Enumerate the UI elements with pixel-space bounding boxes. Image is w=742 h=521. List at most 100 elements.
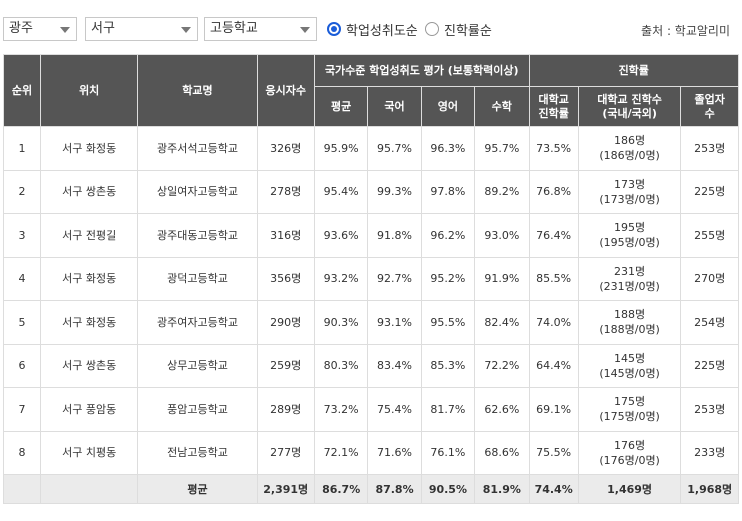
- cell-math: 62.6%: [474, 387, 530, 432]
- cell-avg: 73.2%: [313, 387, 369, 432]
- header-univ-rate-line1: 대학교: [538, 92, 569, 106]
- header-graduates-line1: 졸업자: [694, 92, 725, 106]
- region-select[interactable]: 광주: [3, 17, 77, 41]
- average-cell-korean: 87.8%: [367, 474, 422, 504]
- cell-school: 광주대동고등학교: [137, 213, 258, 258]
- cell-applicants: 326명: [256, 126, 315, 171]
- average-cell-empty: [3, 474, 41, 504]
- cell-english: 76.1%: [420, 430, 476, 475]
- cell-univ-count: 173명 (173명/0명): [577, 169, 682, 214]
- univ-count-total: 173명: [614, 177, 646, 191]
- cell-grads: 225명: [680, 169, 739, 214]
- header-math: 수학: [474, 86, 530, 127]
- cell-korean: 93.1%: [367, 300, 422, 345]
- radio-checked-icon: [327, 22, 341, 36]
- header-univ-count-line2: (국내/국외): [602, 106, 657, 120]
- univ-count-total: 176명: [614, 438, 646, 452]
- cell-univ-rate: 69.1%: [528, 387, 579, 432]
- cell-grads: 253명: [680, 126, 739, 171]
- cell-location: 서구 전평길: [39, 213, 139, 258]
- cell-korean: 92.7%: [367, 256, 422, 301]
- school-type-select-value: 고등학교: [210, 21, 258, 36]
- school-ranking-table: 순위 위치 학교명 응시자수 국가수준 학업성취도 평가 (보통학력이상) 진학…: [3, 54, 740, 504]
- univ-count-split: (145명/0명): [599, 366, 660, 380]
- cell-english: 96.3%: [420, 126, 476, 171]
- table-row: 3 서구 전평길 광주대동고등학교 316명 93.6% 91.8% 96.2% 93.0% 7…: [3, 213, 739, 258]
- school-type-select[interactable]: 고등학교: [204, 17, 317, 41]
- cell-univ-rate: 76.4%: [528, 213, 579, 258]
- header-univ-rate-line2: 진학률: [538, 106, 569, 120]
- header-avg: 평균: [313, 86, 369, 127]
- cell-location: 서구 화정동: [39, 126, 139, 171]
- cell-math: 68.6%: [474, 430, 530, 475]
- table-row: 7 서구 풍암동 풍암고등학교 289명 73.2% 75.4% 81.7% 62.6% 69.…: [3, 387, 739, 432]
- cell-applicants: 278명: [256, 169, 315, 214]
- average-cell-math: 81.9%: [474, 474, 530, 504]
- average-cell-univ-rate: 74.4%: [528, 474, 579, 504]
- cell-rank: 4: [3, 256, 41, 301]
- cell-avg: 95.4%: [313, 169, 369, 214]
- header-univ-count-line1: 대학교 진학수: [597, 92, 662, 106]
- cell-univ-count: 188명 (188명/0명): [577, 300, 682, 345]
- cell-english: 96.2%: [420, 213, 476, 258]
- cell-univ-count: 231명 (231명/0명): [577, 256, 682, 301]
- cell-avg: 95.9%: [313, 126, 369, 171]
- average-cell-univ-count: 1,469명: [577, 474, 682, 504]
- cell-applicants: 277명: [256, 430, 315, 475]
- cell-korean: 99.3%: [367, 169, 422, 214]
- district-select[interactable]: 서구: [85, 17, 198, 41]
- header-rank: 순위: [3, 54, 41, 127]
- cell-korean: 91.8%: [367, 213, 422, 258]
- header-english: 영어: [420, 86, 476, 127]
- average-row: 평균 2,391명 86.7% 87.8% 90.5% 81.9% 74.4% 1,469명 1…: [3, 474, 739, 504]
- table-row: 6 서구 쌍촌동 상무고등학교 259명 80.3% 83.4% 85.3% 72.2% 64.…: [3, 343, 739, 388]
- cell-math: 82.4%: [474, 300, 530, 345]
- sort-by-admission-radio[interactable]: 진학률순: [425, 19, 492, 39]
- cell-school: 풍암고등학교: [137, 387, 258, 432]
- average-cell-empty: [39, 474, 139, 504]
- cell-avg: 90.3%: [313, 300, 369, 345]
- region-select-value: 광주: [9, 21, 33, 36]
- sort-achievement-label: 학업성취도순: [346, 23, 418, 39]
- cell-grads: 254명: [680, 300, 739, 345]
- cell-grads: 255명: [680, 213, 739, 258]
- cell-applicants: 316명: [256, 213, 315, 258]
- table-row: 5 서구 화정동 광주여자고등학교 290명 90.3% 93.1% 95.5% 82.4% 7…: [3, 300, 739, 345]
- cell-school: 광주서석고등학교: [137, 126, 258, 171]
- header-school: 학교명: [137, 54, 258, 127]
- header-location: 위치: [39, 54, 139, 127]
- cell-univ-rate: 75.5%: [528, 430, 579, 475]
- cell-english: 97.8%: [420, 169, 476, 214]
- cell-univ-count: 145명 (145명/0명): [577, 343, 682, 388]
- header-admission-group: 진학률: [528, 54, 740, 87]
- univ-count-total: 195명: [614, 221, 646, 235]
- table-row: 2 서구 쌍촌동 상일여자고등학교 278명 95.4% 99.3% 97.8% 89.2% 7…: [3, 169, 739, 214]
- cell-univ-rate: 85.5%: [528, 256, 579, 301]
- average-cell-grads: 1,968명: [680, 474, 739, 504]
- header-achievement-group: 국가수준 학업성취도 평가 (보통학력이상): [313, 54, 530, 87]
- header-univ-count: 대학교 진학수 (국내/국외): [577, 86, 682, 127]
- header-applicants: 응시자수: [256, 54, 315, 127]
- cell-applicants: 290명: [256, 300, 315, 345]
- cell-avg: 72.1%: [313, 430, 369, 475]
- cell-univ-count: 195명 (195명/0명): [577, 213, 682, 258]
- cell-english: 85.3%: [420, 343, 476, 388]
- cell-applicants: 259명: [256, 343, 315, 388]
- sort-admission-label: 진학률순: [444, 23, 492, 39]
- cell-grads: 225명: [680, 343, 739, 388]
- cell-korean: 71.6%: [367, 430, 422, 475]
- chevron-down-icon: [300, 27, 310, 33]
- cell-univ-rate: 64.4%: [528, 343, 579, 388]
- cell-math: 89.2%: [474, 169, 530, 214]
- cell-korean: 75.4%: [367, 387, 422, 432]
- cell-math: 72.2%: [474, 343, 530, 388]
- cell-location: 서구 풍암동: [39, 387, 139, 432]
- average-cell-label: 평균: [137, 474, 258, 504]
- univ-count-total: 188명: [614, 308, 646, 322]
- cell-univ-rate: 73.5%: [528, 126, 579, 171]
- univ-count-split: (175명/0명): [599, 410, 660, 424]
- cell-univ-count: 175명 (175명/0명): [577, 387, 682, 432]
- sort-by-achievement-radio[interactable]: 학업성취도순: [327, 19, 418, 39]
- table-row: 1 서구 화정동 광주서석고등학교 326명 95.9% 95.7% 96.3% 95.7% 7…: [3, 126, 739, 171]
- cell-rank: 5: [3, 300, 41, 345]
